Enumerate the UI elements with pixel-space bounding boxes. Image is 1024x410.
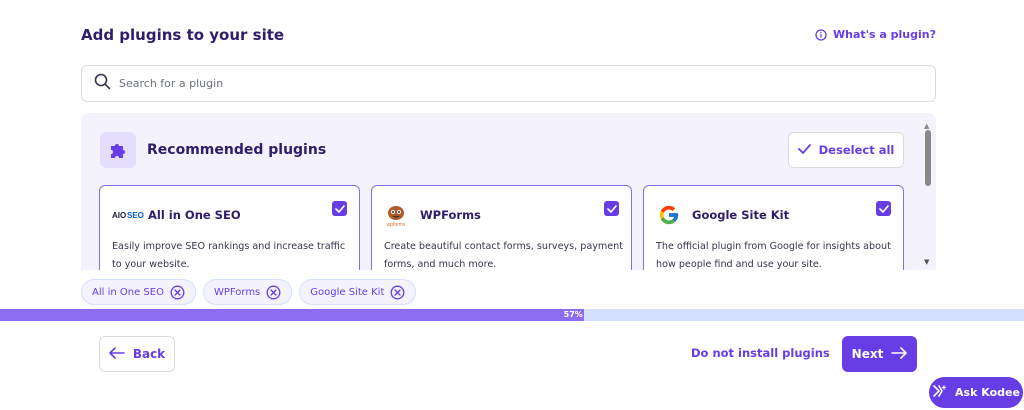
plugin-description: Easily improve SEO rankings and increase… <box>112 241 346 270</box>
google-logo-icon <box>658 203 680 227</box>
help-link-label: What's a plugin? <box>833 28 936 41</box>
plugin-card-aioseo[interactable]: AIO SEO All in One SEO Easily improve SEO… <box>99 185 360 270</box>
page-title: Add plugins to your site <box>81 26 285 44</box>
onboarding-progress-bar: 57% <box>0 309 1024 321</box>
next-label: Next <box>851 347 884 361</box>
scroll-down-arrow-icon[interactable]: ▼ <box>924 258 929 266</box>
plugin-name: Google Site Kit <box>692 208 790 222</box>
plugin-description: Create beautiful contact forms, surveys,… <box>384 241 624 270</box>
arrow-right-icon <box>891 346 908 362</box>
remove-chip-icon[interactable] <box>170 285 185 300</box>
plugin-checkbox[interactable] <box>876 201 891 216</box>
remove-chip-icon[interactable] <box>390 285 405 300</box>
plugin-name: WPForms <box>420 208 481 222</box>
search-input[interactable] <box>119 77 819 90</box>
search-icon <box>94 73 111 94</box>
selected-plugins-chips: All in One SEO WPForms Google Site Kit <box>81 279 417 305</box>
ask-kodee-button[interactable]: Ask Kodee <box>929 377 1023 408</box>
sparkle-icon <box>932 383 948 402</box>
selected-chip: All in One SEO <box>81 279 196 305</box>
svg-text:SEO: SEO <box>127 211 144 220</box>
search-bar <box>81 65 936 102</box>
do-not-install-plugins-link[interactable]: Do not install plugins <box>691 346 830 360</box>
selected-chip: Google Site Kit <box>299 279 417 305</box>
wpforms-logo-text: wpforms <box>387 222 406 227</box>
scrollbar-thumb[interactable] <box>925 130 931 186</box>
plugins-scrollbar[interactable]: ▲ ▼ <box>921 122 935 270</box>
plugin-card-google-site-kit[interactable]: Google Site Kit The official plugin from… <box>643 185 904 270</box>
info-icon <box>815 28 827 41</box>
chip-label: Google Site Kit <box>310 286 385 298</box>
recommended-plugins-title: Recommended plugins <box>147 142 327 158</box>
scroll-up-arrow-icon[interactable]: ▲ <box>924 122 929 130</box>
arrow-left-icon <box>109 346 125 362</box>
plugin-checkbox[interactable] <box>604 201 619 216</box>
recommended-plugins-panel: Recommended plugins Deselect all AIO SEO … <box>81 113 936 270</box>
remove-chip-icon[interactable] <box>266 285 281 300</box>
wpforms-logo-icon: wpforms <box>384 203 408 227</box>
plugin-card-wpforms[interactable]: wpforms WPForms Create beautiful contact… <box>371 185 632 270</box>
whats-a-plugin-link[interactable]: What's a plugin? <box>815 28 936 41</box>
chip-label: All in One SEO <box>92 286 164 298</box>
back-label: Back <box>132 347 166 361</box>
aioseo-logo-icon: AIO SEO <box>112 203 144 227</box>
plugin-checkbox[interactable] <box>332 201 347 216</box>
checkmark-icon <box>797 143 811 157</box>
selected-chip: WPForms <box>202 279 293 305</box>
ask-kodee-label: Ask Kodee <box>955 386 1020 399</box>
progress-label: 57% <box>563 310 583 319</box>
chip-label: WPForms <box>213 286 261 298</box>
plugin-name: All in One SEO <box>148 208 241 222</box>
next-button[interactable]: Next <box>842 336 917 372</box>
deselect-all-label: Deselect all <box>818 143 895 157</box>
plugin-description: The official plugin from Google for insi… <box>656 241 891 270</box>
back-button[interactable]: Back <box>99 336 175 372</box>
progress-fill <box>0 309 584 321</box>
svg-text:AIO: AIO <box>112 211 126 220</box>
puzzle-icon <box>100 132 136 168</box>
deselect-all-button[interactable]: Deselect all <box>788 132 904 168</box>
